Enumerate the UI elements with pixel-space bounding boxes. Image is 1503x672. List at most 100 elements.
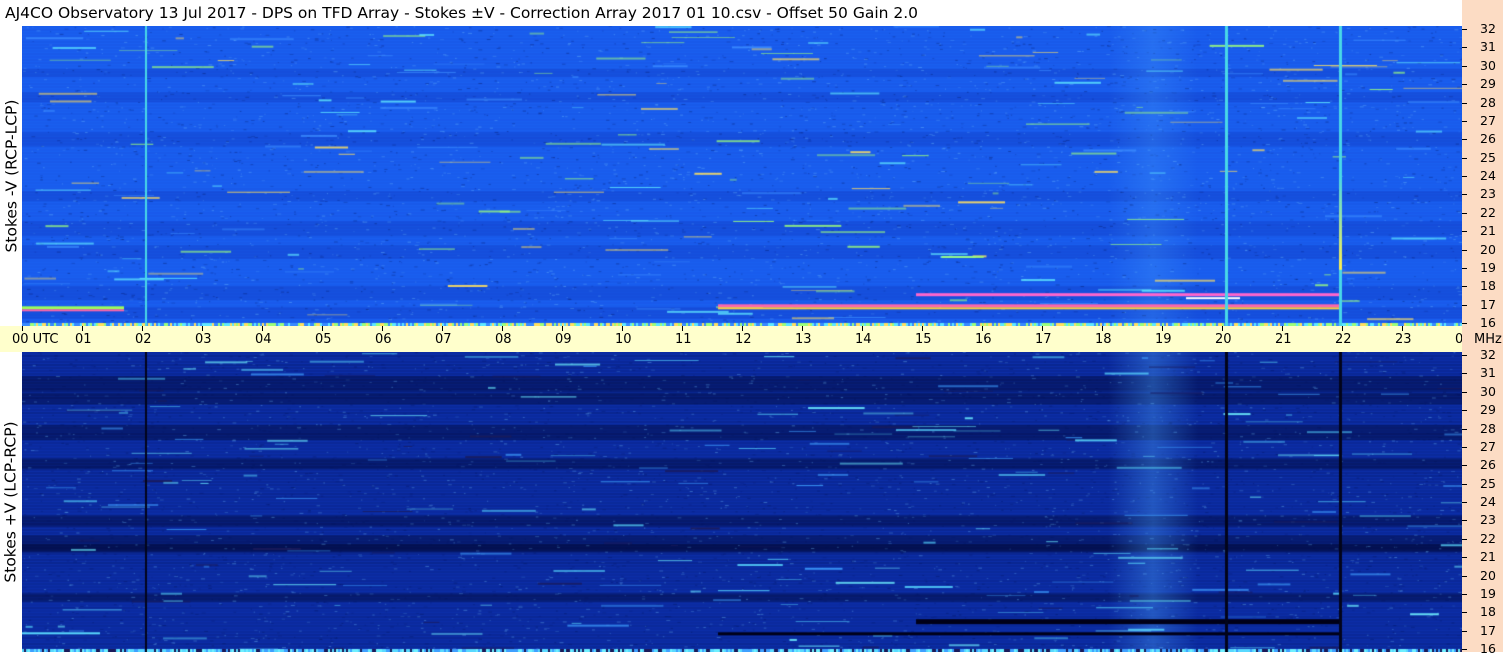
- time-tick-mark: [1402, 326, 1403, 331]
- frequency-tick-mark: [1462, 355, 1467, 356]
- frequency-tick-label: 23: [1480, 186, 1496, 202]
- top-panel-ylabel-text: Stokes -V (RCP-LCP): [2, 99, 20, 253]
- frequency-tick-label: 20: [1480, 567, 1496, 583]
- frequency-tick-mark: [1462, 649, 1467, 650]
- spectrogram-bottom-canvas: [22, 352, 1462, 652]
- frequency-tick-mark: [1462, 612, 1467, 614]
- frequency-tick-mark: [1462, 446, 1467, 448]
- frequency-tick-label: 28: [1480, 420, 1496, 436]
- frequency-tick-label: 16: [1480, 315, 1496, 330]
- frequency-tick-label: 18: [1480, 604, 1496, 620]
- frequency-tick-mark: [1462, 29, 1467, 30]
- frequency-tick-mark: [1462, 176, 1467, 177]
- time-tick-label: 21: [1275, 332, 1292, 347]
- time-tick-label: 12: [735, 332, 752, 347]
- frequency-tick-mark: [1462, 538, 1467, 540]
- time-tick-label: 16: [975, 332, 992, 347]
- frequency-tick-mark: [1462, 267, 1467, 269]
- spectrogram-bottom-panel: [22, 352, 1462, 652]
- frequency-tick-label: 30: [1480, 383, 1496, 399]
- time-tick-mark: [382, 326, 383, 331]
- frequency-tick-mark: [1462, 231, 1467, 233]
- frequency-tick-mark: [1462, 630, 1467, 632]
- time-tick-label: 10: [615, 332, 632, 347]
- frequency-tick-mark: [1462, 47, 1467, 49]
- top-panel-ylabel: Stokes -V (RCP-LCP): [0, 26, 22, 326]
- frequency-tick-mark: [1462, 157, 1467, 159]
- frequency-tick-mark: [1462, 391, 1467, 393]
- time-tick-label: 08: [495, 332, 512, 347]
- time-tick-label: 00 UTC: [12, 332, 59, 347]
- frequency-tick-label: 24: [1480, 168, 1496, 183]
- time-tick-label: 19: [1155, 332, 1172, 347]
- frequency-tick-label: 21: [1480, 223, 1496, 239]
- frequency-tick-label: 21: [1480, 549, 1496, 565]
- time-axis-bar: 00 UTC 01 02 03 04 05 06 07 08 09 10 11 12 13 14 15 16 17…: [0, 326, 1472, 352]
- frequency-tick-mark: [1462, 465, 1467, 467]
- frequency-tick-mark: [1462, 373, 1467, 375]
- time-tick-label: 17: [1035, 332, 1052, 347]
- time-tick-label: 05: [315, 332, 332, 347]
- time-tick-mark: [1162, 326, 1163, 331]
- spectrogram-top-panel: [22, 26, 1462, 326]
- time-tick-label: 07: [435, 332, 452, 347]
- time-tick-label: 02: [135, 332, 152, 347]
- frequency-tick-label: 24: [1480, 494, 1496, 509]
- time-tick-mark: [862, 326, 863, 331]
- frequency-tick-mark: [1462, 323, 1467, 324]
- frequency-tick-label: 18: [1480, 278, 1496, 294]
- frequency-tick-mark: [1462, 286, 1467, 288]
- time-tick-mark: [202, 326, 203, 331]
- time-tick-mark: [742, 326, 743, 331]
- time-tick-mark: [22, 326, 23, 331]
- time-tick-label: 09: [555, 332, 572, 347]
- frequency-tick-label: 27: [1480, 112, 1496, 128]
- bottom-panel-ylabel: Stokes +V (LCP-RCP): [0, 352, 22, 652]
- time-tick-mark: [1222, 326, 1223, 331]
- time-tick-mark: [622, 326, 623, 331]
- mhz-unit-label: MHz: [1474, 332, 1502, 347]
- bottom-panel-ylabel-text: Stokes +V (LCP-RCP): [2, 421, 21, 583]
- frequency-tick-label: 26: [1480, 457, 1496, 473]
- frequency-tick-mark: [1462, 410, 1467, 412]
- spectrogram-top-canvas: [22, 26, 1462, 326]
- time-tick-label: 06: [375, 332, 392, 347]
- frequency-tick-label: 22: [1480, 204, 1496, 220]
- time-tick-mark: [262, 326, 263, 331]
- frequency-tick-mark: [1462, 593, 1467, 595]
- frequency-tick-mark: [1462, 520, 1467, 522]
- chart-title: AJ4CO Observatory 13 Jul 2017 - DPS on T…: [5, 4, 919, 22]
- time-tick-mark: [442, 326, 443, 331]
- frequency-tick-label: 22: [1480, 530, 1496, 546]
- frequency-tick-mark: [1462, 65, 1467, 67]
- frequency-tick-mark: [1462, 102, 1467, 104]
- frequency-tick-mark: [1462, 428, 1467, 430]
- frequency-tick-label: 16: [1480, 641, 1496, 656]
- time-tick-label: 04: [255, 332, 272, 347]
- frequency-tick-mark: [1462, 139, 1467, 141]
- frequency-tick-mark: [1462, 212, 1467, 214]
- time-tick-label: 23: [1395, 332, 1412, 347]
- frequency-tick-mark: [1462, 84, 1467, 86]
- frequency-tick-mark: [1462, 194, 1467, 196]
- frequency-tick-mark: [1462, 120, 1467, 122]
- time-tick-mark: [1282, 326, 1283, 331]
- frequency-tick-label: 27: [1480, 438, 1496, 454]
- time-tick-label: 20: [1215, 332, 1232, 347]
- time-tick-mark: [502, 326, 503, 331]
- time-tick-mark: [322, 326, 323, 331]
- frequency-tick-mark: [1462, 575, 1467, 577]
- frequency-tick-label: 17: [1480, 296, 1496, 312]
- time-tick-mark: [922, 326, 923, 331]
- frequency-tick-label: 26: [1480, 131, 1496, 147]
- time-tick-mark: [1042, 326, 1043, 331]
- frequency-tick-label: 30: [1480, 57, 1496, 73]
- time-tick-label: 15: [915, 332, 932, 347]
- frequency-tick-label: 29: [1480, 76, 1496, 92]
- time-tick-mark: [802, 326, 803, 331]
- frequency-tick-label: 20: [1480, 241, 1496, 257]
- frequency-tick-label: 19: [1480, 585, 1496, 601]
- frequency-tick-mark: [1462, 304, 1467, 306]
- frequency-tick-label: 23: [1480, 512, 1496, 528]
- frequency-tick-label: 25: [1480, 475, 1496, 491]
